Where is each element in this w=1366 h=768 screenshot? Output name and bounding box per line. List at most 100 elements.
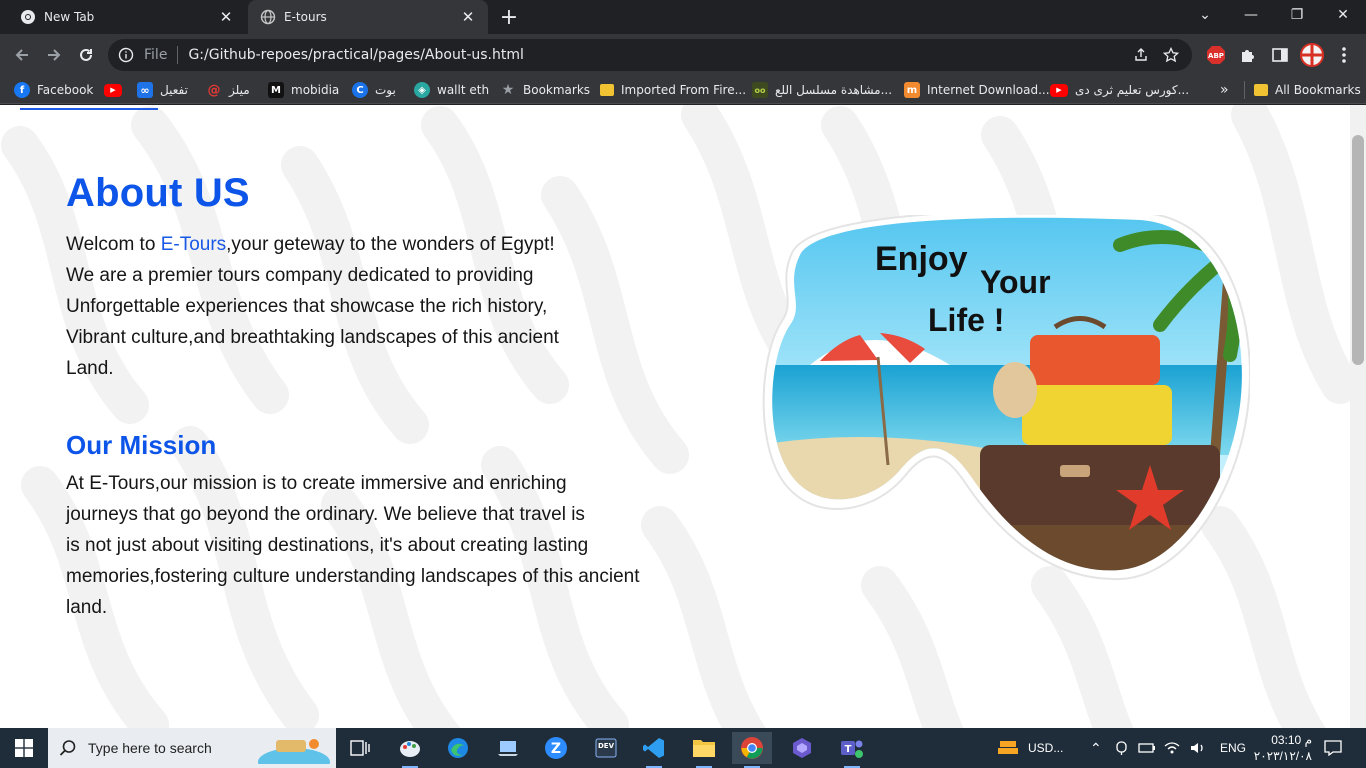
- bookmark-facebook[interactable]: f Facebook: [14, 80, 93, 100]
- close-tab-icon[interactable]: ✕: [216, 7, 236, 27]
- bookmark-activate[interactable]: ∞ تفعيل: [137, 80, 188, 100]
- side-panel-icon[interactable]: [1268, 43, 1292, 67]
- bookmark-bot[interactable]: C بوت: [352, 80, 396, 100]
- menu-kebab-icon[interactable]: [1332, 43, 1356, 67]
- search-icon: [48, 739, 88, 757]
- bookmark-mobidia[interactable]: M mobidia: [268, 80, 339, 100]
- bookmark-all-bookmarks[interactable]: All Bookmarks: [1254, 80, 1361, 100]
- forward-button[interactable]: [40, 41, 68, 69]
- taskbar-search-box[interactable]: Type here to search: [48, 728, 336, 768]
- mission-line: At E-Tours,our mission is to create imme…: [66, 473, 567, 494]
- restore-button[interactable]: ❐: [1274, 0, 1320, 30]
- scrollbar-thumb[interactable]: [1352, 135, 1364, 365]
- address-bar[interactable]: File G:/Github-repoes/practical/pages/Ab…: [108, 39, 1192, 71]
- bookmark-series[interactable]: oo مشاهدة مسلسل اللع...: [752, 80, 892, 100]
- volume-icon[interactable]: [1190, 728, 1206, 768]
- weather-widget[interactable]: USD...: [996, 728, 1063, 768]
- page-title: About US: [66, 171, 250, 215]
- language-indicator[interactable]: ENG: [1220, 728, 1246, 768]
- intro-line: We are a premier tours company dedicated…: [66, 265, 534, 286]
- tab-title: New Tab: [44, 10, 95, 24]
- c-icon: C: [352, 82, 368, 98]
- vscode-icon[interactable]: [634, 732, 674, 768]
- page-viewport: About US Welcom to E-Tours,your geteway …: [0, 105, 1366, 728]
- intro-line: Unforgettable experiences that showcase …: [66, 296, 548, 317]
- infinity-icon: ∞: [137, 82, 153, 98]
- tray-meet-icon[interactable]: [1114, 728, 1130, 768]
- more-bookmarks-chevron-icon[interactable]: »: [1220, 80, 1229, 100]
- profile-avatar-icon[interactable]: [1300, 43, 1324, 67]
- site-info-icon[interactable]: [116, 45, 136, 65]
- bookmark-youtube[interactable]: ▶: [104, 80, 129, 100]
- arrow-right-icon: [48, 49, 61, 61]
- mission-line: is not just about visiting destinations,…: [66, 535, 589, 556]
- bookmark-3d-course[interactable]: ▶ كورس تعليم ثرى دى...: [1050, 80, 1189, 100]
- start-button[interactable]: [0, 728, 48, 768]
- windows-taskbar: Type here to search Z DEV T USD... ⌃ ENG…: [0, 728, 1366, 768]
- edge-browser-icon[interactable]: [438, 732, 478, 764]
- new-tab-button[interactable]: +: [496, 5, 522, 30]
- task-view-icon[interactable]: [340, 732, 380, 764]
- file-explorer-icon[interactable]: [684, 732, 724, 768]
- bookmark-wallet-eth[interactable]: ◈ wallt eth: [414, 80, 489, 100]
- page-scrollbar[interactable]: [1350, 105, 1366, 728]
- notification-center-icon[interactable]: [1324, 728, 1342, 768]
- paint-app-icon[interactable]: [390, 732, 430, 768]
- teams-icon[interactable]: T: [832, 732, 872, 768]
- mission-line: journeys that go beyond the ordinary. We…: [66, 504, 585, 525]
- reload-icon: [80, 48, 92, 61]
- folder-icon: [1254, 84, 1268, 96]
- folder-icon: [600, 84, 614, 96]
- tab-title: E-tours: [284, 10, 327, 24]
- intro-paragraph: Welcom to E-Tours,your geteway to the wo…: [66, 229, 559, 384]
- reload-button[interactable]: [72, 41, 100, 69]
- clock[interactable]: 03:10 م ٢٠٢٣/١٢/٠٨: [1252, 728, 1312, 768]
- bookmark-imported-from-firefox[interactable]: Imported From Fire...: [600, 80, 746, 100]
- wifi-icon[interactable]: [1164, 728, 1180, 768]
- bookmark-star-icon[interactable]: [1156, 41, 1186, 69]
- mission-line: memories,fostering culture understanding…: [66, 566, 640, 587]
- youtube-icon: ▶: [104, 83, 122, 97]
- wallet-icon: ◈: [414, 82, 430, 98]
- chrome-taskbar-icon[interactable]: [732, 732, 772, 768]
- tab-search-icon[interactable]: ⌄: [1182, 0, 1228, 30]
- adblock-extension-icon[interactable]: ABP: [1204, 43, 1228, 67]
- brand-link[interactable]: E-Tours: [161, 234, 226, 255]
- dev-home-icon[interactable]: DEV: [586, 732, 626, 764]
- mission-heading: Our Mission: [66, 430, 217, 460]
- idm-icon: m: [904, 82, 920, 98]
- share-icon[interactable]: [1126, 41, 1156, 69]
- intro-line: Vibrant culture,and breathtaking landsca…: [66, 327, 559, 348]
- weather-icon: [998, 741, 1018, 754]
- arrow-left-icon: [15, 49, 28, 61]
- address-separator: [177, 46, 179, 64]
- bookmark-meals[interactable]: @ ميلز: [206, 80, 250, 100]
- search-placeholder: Type here to search: [88, 740, 212, 756]
- bookmark-bookmarks[interactable]: ★ Bookmarks: [500, 80, 590, 100]
- close-window-button[interactable]: ✕: [1320, 0, 1366, 30]
- back-button[interactable]: [8, 41, 36, 69]
- minimize-button[interactable]: —: [1228, 0, 1274, 30]
- power-automate-icon[interactable]: [782, 732, 822, 764]
- clock-date: ٢٠٢٣/١٢/٠٨: [1253, 749, 1312, 763]
- bookmarks-divider: [1244, 81, 1245, 99]
- image-caption-life: Life !: [928, 302, 1004, 338]
- tray-overflow-chevron-icon[interactable]: ⌃: [1090, 728, 1102, 768]
- clock-time: 03:10 م: [1271, 733, 1312, 747]
- tab-e-tours[interactable]: E-tours ✕: [248, 0, 488, 34]
- weather-text: USD...: [1028, 741, 1064, 755]
- bookmarks-bar: f Facebook ▶ ∞ تفعيل @ ميلز M mobidia C …: [0, 76, 1366, 104]
- zoom-app-icon[interactable]: Z: [536, 732, 576, 764]
- youtube-icon: ▶: [1050, 83, 1068, 97]
- intro-line: Land.: [66, 358, 114, 379]
- battery-icon[interactable]: [1138, 728, 1156, 768]
- svg-text:T: T: [845, 744, 852, 755]
- image-caption-your: Your: [980, 264, 1051, 300]
- laptop-app-icon[interactable]: [488, 732, 528, 764]
- mission-paragraph: At E-Tours,our mission is to create imme…: [66, 468, 640, 623]
- url-text[interactable]: G:/Github-repoes/practical/pages/About-u…: [188, 47, 1126, 63]
- close-tab-icon[interactable]: ✕: [458, 7, 478, 27]
- tab-new-tab[interactable]: New Tab ✕: [0, 0, 246, 34]
- extensions-puzzle-icon[interactable]: [1236, 43, 1260, 67]
- bookmark-internet-download-manager[interactable]: m Internet Download...: [904, 80, 1050, 100]
